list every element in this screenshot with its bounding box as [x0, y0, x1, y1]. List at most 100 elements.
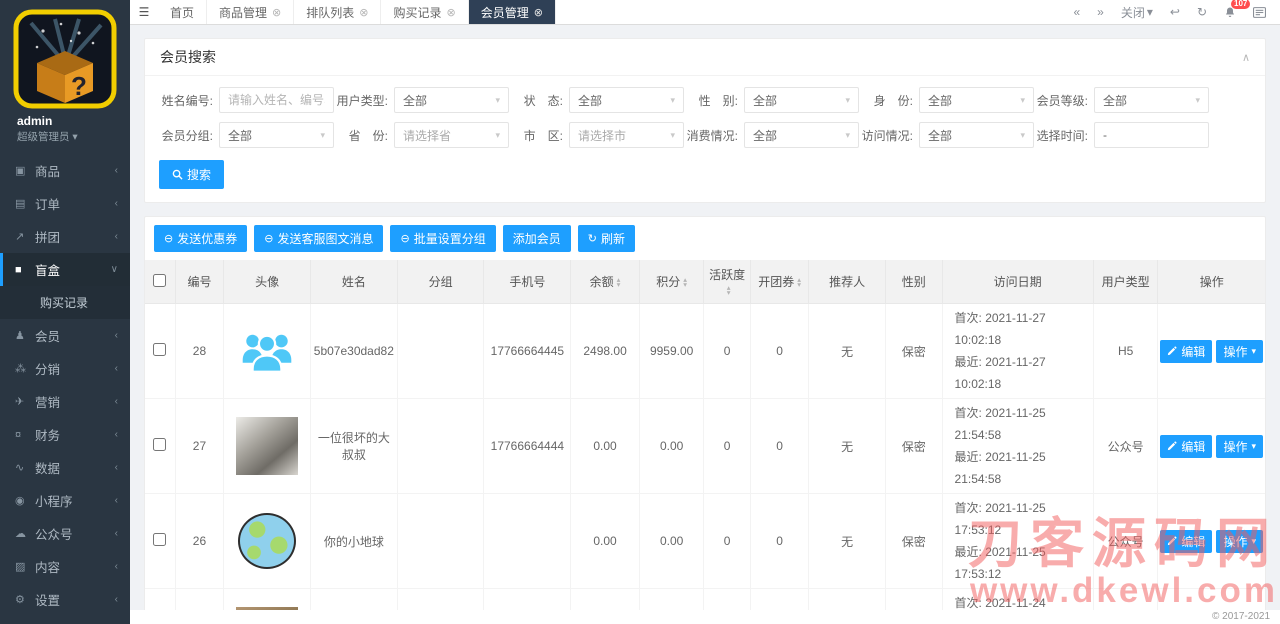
- tab-member-management[interactable]: 会员管理 ⊗: [468, 0, 556, 24]
- message-panel-icon[interactable]: [1253, 6, 1266, 18]
- tab-goods-management[interactable]: 商品管理 ⊗: [207, 0, 295, 24]
- chevron-down-icon: ▾: [670, 129, 675, 140]
- chevron-left-icon: ‹: [114, 363, 118, 374]
- status-select[interactable]: 全部 ▾: [569, 87, 684, 113]
- chevron-left-icon: ‹: [114, 561, 118, 572]
- sort-icon[interactable]: ▴ ▾: [617, 276, 621, 287]
- name-id-input[interactable]: [228, 93, 325, 107]
- wechat-icon: ☁: [15, 528, 26, 540]
- edit-button[interactable]: 编辑: [1160, 529, 1213, 553]
- tab-queue-list[interactable]: 排队列表 ⊗: [294, 0, 382, 24]
- sidebar-item-orders[interactable]: ▤ 订单 ‹: [0, 187, 130, 220]
- col-gender: 性别: [885, 260, 943, 304]
- send-coupon-button[interactable]: ⊖ 发送优惠券: [154, 225, 248, 252]
- province-select[interactable]: 请选择省 ▾: [394, 122, 509, 148]
- consume-select[interactable]: 全部 ▾: [744, 122, 859, 148]
- member-id: 27: [174, 398, 225, 494]
- send-coupon-icon: ⊖: [164, 233, 174, 245]
- tab-purchase-records[interactable]: 购买记录 ⊗: [381, 0, 469, 24]
- row-checkbox[interactable]: [153, 533, 167, 546]
- sidebar-item-content[interactable]: ▨ 内容 ‹: [0, 550, 130, 583]
- miniapp-icon: ◉: [15, 495, 25, 507]
- member-id: 28: [174, 303, 225, 399]
- sidebar-item-goods[interactable]: ▣ 商品 ‹: [0, 154, 130, 187]
- tabs-scroll-left-icon[interactable]: «: [1073, 5, 1080, 19]
- chevron-left-icon: ‹: [114, 594, 118, 605]
- chevron-down-icon: ∨: [110, 264, 118, 275]
- gender-select[interactable]: 全部 ▾: [744, 87, 859, 113]
- sidebar-item-data[interactable]: ∿ 数据 ‹: [0, 451, 130, 484]
- sidebar-subitem-purchase-records[interactable]: 购买记录: [0, 286, 130, 319]
- gear-icon: ⚙: [15, 594, 25, 606]
- notifications-bell-icon[interactable]: 107: [1224, 0, 1251, 19]
- member-points: 9959.00: [638, 303, 705, 399]
- time-range-input[interactable]: [1103, 128, 1200, 142]
- app-logo[interactable]: ?: [0, 0, 130, 111]
- refresh-icon[interactable]: ↻: [1197, 5, 1207, 19]
- sort-icon[interactable]: ▴ ▾: [797, 276, 801, 287]
- member-gender: 保密: [885, 303, 943, 399]
- close-tabs-dropdown[interactable]: 关闭 ▾: [1121, 4, 1153, 21]
- tab-home[interactable]: 首页: [158, 0, 208, 24]
- close-icon[interactable]: ⊗: [447, 6, 456, 19]
- collapse-panel-icon[interactable]: ∧: [1242, 51, 1250, 64]
- tabbar-actions: « » 关闭 ▾ ↩ ↻ 107: [1059, 0, 1280, 24]
- user-type-select[interactable]: 全部 ▾: [394, 87, 509, 113]
- identity-select[interactable]: 全部 ▾: [919, 87, 1034, 113]
- batch-group-button[interactable]: ⊖ 批量设置分组: [390, 225, 496, 252]
- hamburger-menu-icon[interactable]: ☰: [130, 0, 158, 24]
- tabs-scroll-right-icon[interactable]: »: [1097, 5, 1104, 19]
- visit-select[interactable]: 全部 ▾: [919, 122, 1034, 148]
- more-actions-button[interactable]: 操作 ▾: [1216, 529, 1263, 553]
- add-member-button[interactable]: 添加会员: [502, 225, 571, 252]
- sidebar-item-official-account[interactable]: ☁ 公众号 ‹: [0, 517, 130, 550]
- app-window: ? admin 超级管理员 ▾ ▣ 商品 ‹ ▤ 订单 ‹ ↗ 拼团 ‹ ■ 盲…: [0, 0, 1280, 624]
- chevron-left-icon: ‹: [114, 528, 118, 539]
- select-all-checkbox[interactable]: [153, 273, 167, 287]
- sidebar-item-settings[interactable]: ⚙ 设置 ‹: [0, 583, 130, 616]
- edit-button[interactable]: 编辑: [1160, 434, 1213, 458]
- row-checkbox[interactable]: [153, 438, 167, 451]
- table-row: 26 你的小地球 0.00 0.00 0 0 无 保密 首次: 2021-11-…: [145, 493, 1265, 589]
- sidebar-item-marketing[interactable]: ✈ 营销 ‹: [0, 385, 130, 418]
- table-row: 27 一位很坏的大叔叔 17766664444 0.00 0.00 0 0 无 …: [145, 398, 1265, 494]
- member-activity: 0: [703, 398, 751, 494]
- chevron-left-icon: ‹: [114, 429, 118, 440]
- member-user-type: 公众号: [1092, 398, 1159, 494]
- refresh-list-button[interactable]: ↻ 刷新: [577, 225, 635, 252]
- sidebar-item-blindbox[interactable]: ■ 盲盒 ∨: [0, 253, 130, 286]
- more-actions-button[interactable]: 操作 ▾: [1216, 434, 1263, 458]
- more-actions-button[interactable]: 操作 ▾: [1216, 339, 1263, 363]
- edit-button[interactable]: 编辑: [1160, 339, 1213, 363]
- chevron-down-icon: ▾: [1020, 129, 1025, 140]
- members-table: 编号 头像 姓名 分组 手机号 余额 ▴ ▾ 积分 ▴ ▾ 活跃度 ▴ ▾ 开团券 ▴ ▾ 推荐…: [145, 260, 1265, 610]
- col-group: 分组: [396, 260, 485, 304]
- search-button[interactable]: 搜索: [159, 160, 225, 189]
- sort-icon[interactable]: ▴ ▾: [727, 284, 731, 295]
- city-select[interactable]: 请选择市 ▾: [569, 122, 684, 148]
- chevron-left-icon: ‹: [114, 165, 118, 176]
- sidebar-item-members[interactable]: ♟ 会员 ‹: [0, 319, 130, 352]
- close-icon[interactable]: ⊗: [534, 6, 543, 19]
- search-icon: [172, 169, 183, 180]
- user-role-dropdown[interactable]: 超级管理员 ▾: [0, 128, 130, 150]
- sidebar-item-miniapp[interactable]: ◉ 小程序 ‹: [0, 484, 130, 517]
- row-checkbox[interactable]: [153, 343, 167, 356]
- member-balance: 0.00: [570, 588, 640, 610]
- close-icon[interactable]: ⊗: [359, 6, 368, 19]
- member-level-select[interactable]: 全部 ▾: [1094, 87, 1209, 113]
- col-user-type: 用户类型: [1092, 260, 1159, 304]
- sidebar-item-groupbuy[interactable]: ↗ 拼团 ‹: [0, 220, 130, 253]
- member-user-type: H5: [1092, 303, 1159, 399]
- return-icon[interactable]: ↩: [1170, 5, 1180, 19]
- sidebar-item-finance[interactable]: ¤ 财务 ‹: [0, 418, 130, 451]
- sort-icon[interactable]: ▴ ▾: [683, 276, 687, 287]
- send-message-button[interactable]: ⊖ 发送客服图文消息: [254, 225, 384, 252]
- chevron-down-icon: ▾: [495, 94, 500, 105]
- close-icon[interactable]: ⊗: [272, 6, 281, 19]
- sidebar-item-maintenance[interactable]: ⚒ 维护 ‹: [0, 616, 130, 624]
- sidebar-item-distribution[interactable]: ⁂ 分销 ‹: [0, 352, 130, 385]
- member-table-panel: ⊖ 发送优惠券 ⊖ 发送客服图文消息 ⊖ 批量设置分组 添加会员 ↻ 刷新 编号 头像: [144, 216, 1266, 610]
- member-group-select[interactable]: 全部 ▾: [219, 122, 334, 148]
- table-row: 25 海盗船长 0.00 0.00 0 0 无 保密: [145, 588, 1265, 610]
